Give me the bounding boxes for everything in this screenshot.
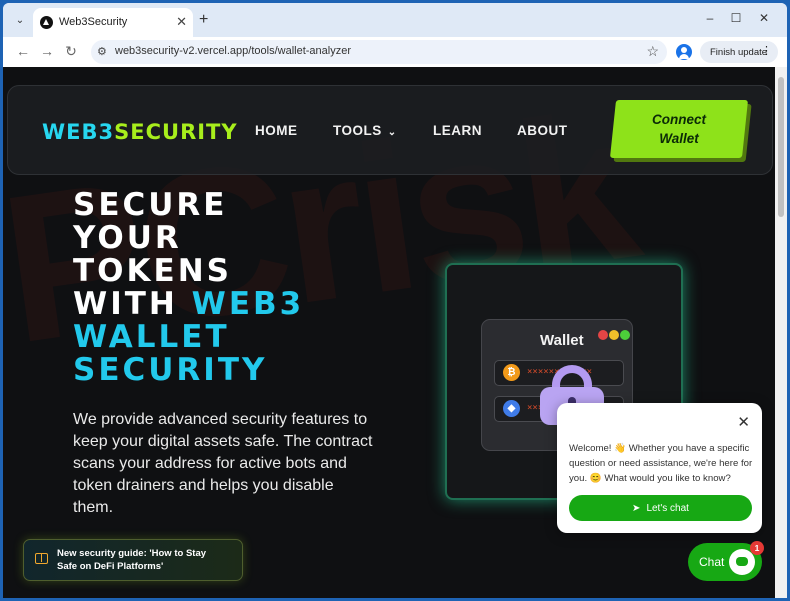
- connect-label-line2: Wallet: [659, 131, 699, 146]
- more-menu-icon[interactable]: ⋮: [761, 44, 772, 57]
- site-favicon-icon: [40, 16, 53, 29]
- back-arrow-icon[interactable]: ←: [14, 43, 32, 59]
- page-viewport: PCrisk WEB3SECURITY HOME TOOLS ⌄ LEARN AB…: [3, 67, 787, 598]
- address-bar[interactable]: ⚙ web3security-v2.vercel.app/tools/walle…: [91, 40, 667, 64]
- close-icon[interactable]: ✕: [737, 413, 750, 431]
- lets-chat-label: Let's chat: [646, 502, 689, 514]
- guide-text-line1: New security guide: 'How to Stay: [57, 548, 207, 559]
- nav-tools-link[interactable]: TOOLS ⌄: [333, 123, 397, 138]
- hero-title-line4: WITH WEB3: [73, 288, 304, 321]
- connect-label-line1: Connect: [652, 112, 706, 127]
- chat-welcome-message: Welcome! 👋 Whether you have a specific q…: [569, 443, 753, 484]
- hero-with: WITH: [73, 286, 192, 322]
- wallet-title: Wallet: [540, 332, 584, 349]
- hero-description: We provide advanced security features to…: [73, 411, 373, 516]
- lets-chat-button[interactable]: ➤ Let's chat: [569, 495, 752, 521]
- url-text[interactable]: web3security-v2.vercel.app/tools/wallet-…: [115, 45, 351, 57]
- site-navbar: WEB3SECURITY HOME TOOLS ⌄ LEARN ABOUT Con…: [7, 85, 773, 175]
- logo-part-security: SECURITY: [114, 120, 238, 144]
- guide-text-line2: Safe on DeFi Platforms': [57, 560, 164, 572]
- guide-text: New security guide: 'How to Stay Safe on…: [57, 548, 206, 573]
- logo-part-web3: WEB3: [42, 120, 115, 144]
- hero-title-line6: SECURITY: [73, 352, 268, 388]
- hero-title-line3: TOKENS: [73, 253, 232, 289]
- browser-window: ⌄ Web3Security ✕ + – ☐ ✕ ← → ↻ ⚙ web3sec…: [3, 3, 787, 598]
- reload-icon[interactable]: ↻: [62, 43, 80, 60]
- tab-bar: ⌄ Web3Security ✕ + – ☐ ✕: [3, 3, 787, 37]
- hero-title-line5: WALLET: [73, 319, 230, 355]
- forward-arrow-icon[interactable]: →: [38, 43, 56, 59]
- minimize-button[interactable]: –: [700, 11, 720, 25]
- page-scrollbar[interactable]: [775, 67, 787, 598]
- security-guide-banner[interactable]: New security guide: 'How to Stay Safe on…: [23, 539, 243, 581]
- finish-update-label: Finish update: [710, 46, 768, 58]
- site-logo[interactable]: WEB3SECURITY: [42, 120, 238, 144]
- chat-launcher-label: Chat: [699, 555, 725, 569]
- hero-title-line1: SECURE: [73, 187, 228, 223]
- site-info-icon[interactable]: ⚙: [97, 45, 107, 58]
- yellow-dot-icon: [609, 330, 619, 340]
- book-icon: [35, 553, 48, 564]
- bitcoin-icon: ₿: [503, 364, 520, 381]
- bookmark-star-icon[interactable]: ☆: [646, 43, 659, 60]
- send-icon: ➤: [632, 502, 641, 514]
- hero-title-line2: YOUR: [73, 220, 182, 256]
- unread-badge: 1: [750, 541, 764, 555]
- chat-welcome-popup: ✕ Welcome! 👋 Whether you have a specific…: [557, 403, 762, 533]
- close-window-button[interactable]: ✕: [754, 11, 774, 25]
- green-dot-icon: [620, 330, 630, 340]
- tab-web3security[interactable]: Web3Security ✕: [33, 8, 193, 37]
- nav-tools-label: TOOLS: [333, 123, 382, 138]
- new-tab-button[interactable]: +: [199, 11, 208, 29]
- finish-update-button[interactable]: Finish update ⋮: [700, 41, 778, 63]
- hero-web3: WEB3: [191, 286, 305, 322]
- tab-search-chevron-icon[interactable]: ⌄: [11, 11, 29, 29]
- scrollbar-thumb[interactable]: [778, 77, 784, 217]
- maximize-button[interactable]: ☐: [726, 11, 746, 25]
- ethereum-icon: ◆: [503, 400, 520, 417]
- tab-title: Web3Security: [59, 16, 128, 28]
- nav-about-link[interactable]: ABOUT: [517, 123, 568, 138]
- red-dot-icon: [598, 330, 608, 340]
- tab-close-icon[interactable]: ✕: [176, 14, 187, 30]
- nav-home-link[interactable]: HOME: [255, 123, 298, 138]
- chevron-down-icon: ⌄: [387, 127, 397, 138]
- nav-learn-link[interactable]: LEARN: [433, 123, 482, 138]
- browser-toolbar: ← → ↻ ⚙ web3security-v2.vercel.app/tools…: [3, 37, 787, 68]
- profile-avatar-icon[interactable]: [676, 44, 692, 60]
- connect-wallet-button[interactable]: Connect Wallet: [609, 100, 749, 158]
